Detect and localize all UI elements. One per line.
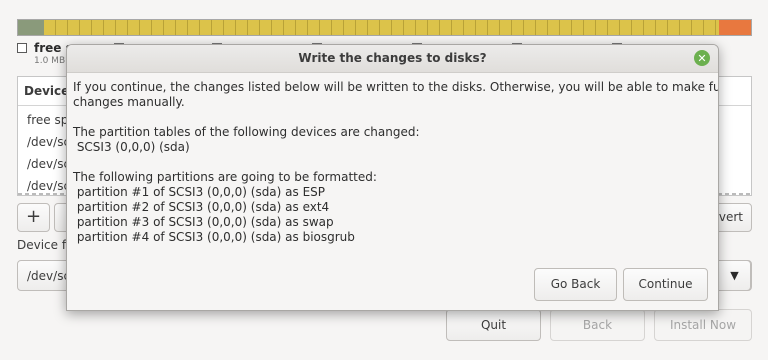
chevron-down-icon[interactable]: ▼ xyxy=(718,260,751,291)
partition-bar xyxy=(17,19,752,36)
quit-button[interactable]: Quit xyxy=(446,309,541,341)
dialog-intro-line: If you continue, the changes listed belo… xyxy=(73,80,719,94)
boot-device-label: Device fo xyxy=(17,238,74,252)
go-back-button[interactable]: Go Back xyxy=(534,268,617,301)
dialog-intro-line: changes manually. xyxy=(73,95,185,109)
dialog-titlebar[interactable]: Write the changes to disks? ✕ xyxy=(67,45,718,73)
dialog-title: Write the changes to disks? xyxy=(298,51,487,65)
partition-segment-swap xyxy=(719,20,751,35)
partition-tables-heading: The partition tables of the following de… xyxy=(73,125,420,139)
back-button[interactable]: Back xyxy=(550,309,645,341)
column-header-device[interactable]: Device xyxy=(24,84,69,98)
confirm-write-dialog: Write the changes to disks? ✕ If you con… xyxy=(66,44,719,311)
table-row[interactable]: /dev/sc xyxy=(27,179,70,193)
formatted-partition-item: partition #4 of SCSI3 (0,0,0) (sda) as b… xyxy=(73,230,355,244)
formatted-heading: The following partitions are going to be… xyxy=(73,170,377,184)
changed-device: SCSI3 (0,0,0) (sda) xyxy=(73,140,190,154)
boot-device-value: /dev/sc xyxy=(27,269,71,283)
formatted-partition-item: partition #3 of SCSI3 (0,0,0) (sda) as s… xyxy=(73,215,334,229)
table-row[interactable]: free sp xyxy=(27,113,68,127)
table-row[interactable]: /dev/sc xyxy=(27,157,70,171)
dialog-message: If you continue, the changes listed belo… xyxy=(73,80,719,245)
formatted-partition-item: partition #2 of SCSI3 (0,0,0) (sda) as e… xyxy=(73,200,330,214)
formatted-partition-item: partition #1 of SCSI3 (0,0,0) (sda) as E… xyxy=(73,185,326,199)
partition-segment-ext4 xyxy=(44,20,719,35)
continue-button[interactable]: Continue xyxy=(623,268,708,301)
install-now-button[interactable]: Install Now xyxy=(654,309,752,341)
table-row[interactable]: /dev/sc xyxy=(27,135,70,149)
legend-checkbox xyxy=(17,43,27,53)
add-partition-button[interactable]: + xyxy=(17,203,50,232)
legend-size: 1.0 MB xyxy=(34,56,66,66)
close-icon[interactable]: ✕ xyxy=(694,50,710,66)
partition-segment-free xyxy=(18,20,44,35)
